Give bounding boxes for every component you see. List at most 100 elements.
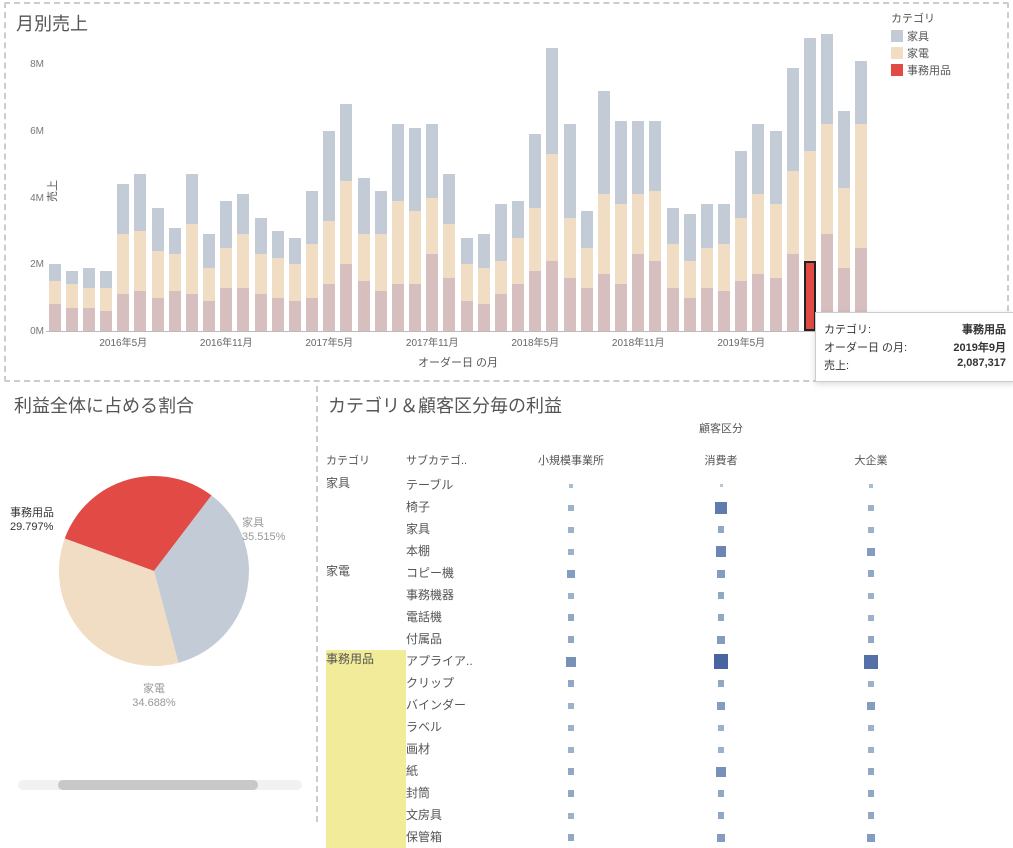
subcategory-label[interactable]: アプライア..	[406, 650, 496, 672]
subcategory-label[interactable]: 文房具	[406, 804, 496, 826]
col-head-seg2[interactable]: 消費者	[646, 452, 796, 474]
profit-grid: 顧客区分 カテゴリ 家具家電事務用品 サブカテゴ.. テーブル椅子家具本棚コピー…	[326, 420, 1001, 818]
bar-chart-area[interactable]: 売上 0M2M4M6M8M	[46, 32, 870, 332]
legend-item-office[interactable]: 事務用品	[891, 62, 1001, 78]
heatmap-cell[interactable]	[796, 540, 946, 562]
heatmap-cell[interactable]	[646, 562, 796, 584]
subcategory-label[interactable]: ラベル	[406, 716, 496, 738]
heatmap-cell[interactable]	[496, 694, 646, 716]
subcategory-label[interactable]: テーブル	[406, 474, 496, 496]
heatmap-cell[interactable]	[796, 474, 946, 496]
heatmap-cell[interactable]	[796, 628, 946, 650]
col-head-category[interactable]: カテゴリ	[326, 452, 406, 474]
heatmap-cell[interactable]	[796, 496, 946, 518]
legend-label-electronics: 家電	[907, 45, 929, 61]
segment-super-header: 顧客区分	[646, 420, 796, 436]
heatmap-cell[interactable]	[796, 694, 946, 716]
heatmap-cell[interactable]	[646, 540, 796, 562]
heatmap-cell[interactable]	[496, 760, 646, 782]
heatmap-cell[interactable]	[796, 782, 946, 804]
subcategory-label[interactable]: 付属品	[406, 628, 496, 650]
subcategory-label[interactable]: 紙	[406, 760, 496, 782]
profit-by-category-title: カテゴリ＆顧客区分毎の利益	[318, 386, 1009, 422]
tooltip-v1: 事務用品	[962, 321, 1006, 337]
subcategory-label[interactable]: 本棚	[406, 540, 496, 562]
tooltip-v3: 2,087,317	[957, 357, 1006, 373]
subcategory-label[interactable]: 保管箱	[406, 826, 496, 848]
heatmap-cell[interactable]	[496, 672, 646, 694]
col-head-seg3[interactable]: 大企業	[796, 452, 946, 474]
heatmap-cell[interactable]	[496, 606, 646, 628]
heatmap-cell[interactable]	[646, 672, 796, 694]
tooltip-k3: 売上:	[824, 357, 849, 373]
heatmap-cell[interactable]	[646, 474, 796, 496]
heatmap-cell[interactable]	[496, 540, 646, 562]
heatmap-cell[interactable]	[496, 518, 646, 540]
col-head-subcategory[interactable]: サブカテゴ..	[406, 452, 496, 474]
category-label[interactable]: 家具	[326, 474, 406, 491]
subcategory-label[interactable]: 画材	[406, 738, 496, 760]
heatmap-cell[interactable]	[796, 738, 946, 760]
heatmap-cell[interactable]	[646, 760, 796, 782]
heatmap-cell[interactable]	[646, 628, 796, 650]
subcategory-label[interactable]: 電話機	[406, 606, 496, 628]
bar-plot	[46, 32, 870, 332]
pie-label-electronics: 家電34.688%	[94, 682, 214, 711]
heatmap-cell[interactable]	[646, 606, 796, 628]
heatmap-cell[interactable]	[646, 650, 796, 672]
heatmap-cell[interactable]	[796, 562, 946, 584]
heatmap-cell[interactable]	[646, 496, 796, 518]
subcategory-label[interactable]: 家具	[406, 518, 496, 540]
col-head-seg1[interactable]: 小規模事業所	[496, 452, 646, 474]
heatmap-cell[interactable]	[796, 606, 946, 628]
heatmap-cell[interactable]	[496, 562, 646, 584]
x-tick: 2018年5月	[495, 334, 575, 349]
pie-label-furniture: 家具35.515%	[242, 516, 312, 545]
heatmap-cell[interactable]	[496, 716, 646, 738]
heatmap-cell[interactable]	[796, 804, 946, 826]
legend-label-office: 事務用品	[907, 62, 951, 78]
heatmap-cell[interactable]	[496, 826, 646, 848]
tooltip: カテゴリ:事務用品 オーダー日 の月:2019年9月 売上:2,087,317	[815, 312, 1013, 382]
heatmap-cell[interactable]	[646, 782, 796, 804]
heatmap-cell[interactable]	[646, 804, 796, 826]
heatmap-cell[interactable]	[796, 760, 946, 782]
x-tick: 2017年11月	[392, 334, 472, 349]
heatmap-cell[interactable]	[496, 738, 646, 760]
category-label[interactable]: 事務用品	[326, 650, 406, 667]
heatmap-cell[interactable]	[496, 474, 646, 496]
pie-chart[interactable]	[54, 471, 254, 671]
heatmap-cell[interactable]	[496, 496, 646, 518]
subcategory-label[interactable]: 椅子	[406, 496, 496, 518]
heatmap-cell[interactable]	[646, 716, 796, 738]
heatmap-cell[interactable]	[796, 716, 946, 738]
y-tick: 8M	[16, 59, 44, 70]
heatmap-cell[interactable]	[646, 518, 796, 540]
heatmap-cell[interactable]	[646, 584, 796, 606]
x-tick: 2017年5月	[289, 334, 369, 349]
heatmap-cell[interactable]	[796, 584, 946, 606]
heatmap-cell[interactable]	[796, 826, 946, 848]
horizontal-scrollbar[interactable]	[18, 780, 302, 790]
heatmap-cell[interactable]	[796, 518, 946, 540]
subcategory-label[interactable]: 封筒	[406, 782, 496, 804]
heatmap-cell[interactable]	[646, 694, 796, 716]
heatmap-cell[interactable]	[646, 738, 796, 760]
scrollbar-thumb[interactable]	[58, 780, 258, 790]
category-label[interactable]: 家電	[326, 562, 406, 579]
legend-item-electronics[interactable]: 家電	[891, 45, 1001, 61]
subcategory-label[interactable]: クリップ	[406, 672, 496, 694]
heatmap-cell[interactable]	[646, 826, 796, 848]
heatmap-cell[interactable]	[496, 650, 646, 672]
heatmap-cell[interactable]	[496, 782, 646, 804]
subcategory-label[interactable]: 事務機器	[406, 584, 496, 606]
heatmap-cell[interactable]	[796, 672, 946, 694]
heatmap-cell[interactable]	[496, 584, 646, 606]
legend-item-furniture[interactable]: 家具	[891, 28, 1001, 44]
x-tick: 2019年5月	[701, 334, 781, 349]
subcategory-label[interactable]: バインダー	[406, 694, 496, 716]
heatmap-cell[interactable]	[796, 650, 946, 672]
heatmap-cell[interactable]	[496, 804, 646, 826]
heatmap-cell[interactable]	[496, 628, 646, 650]
subcategory-label[interactable]: コピー機	[406, 562, 496, 584]
